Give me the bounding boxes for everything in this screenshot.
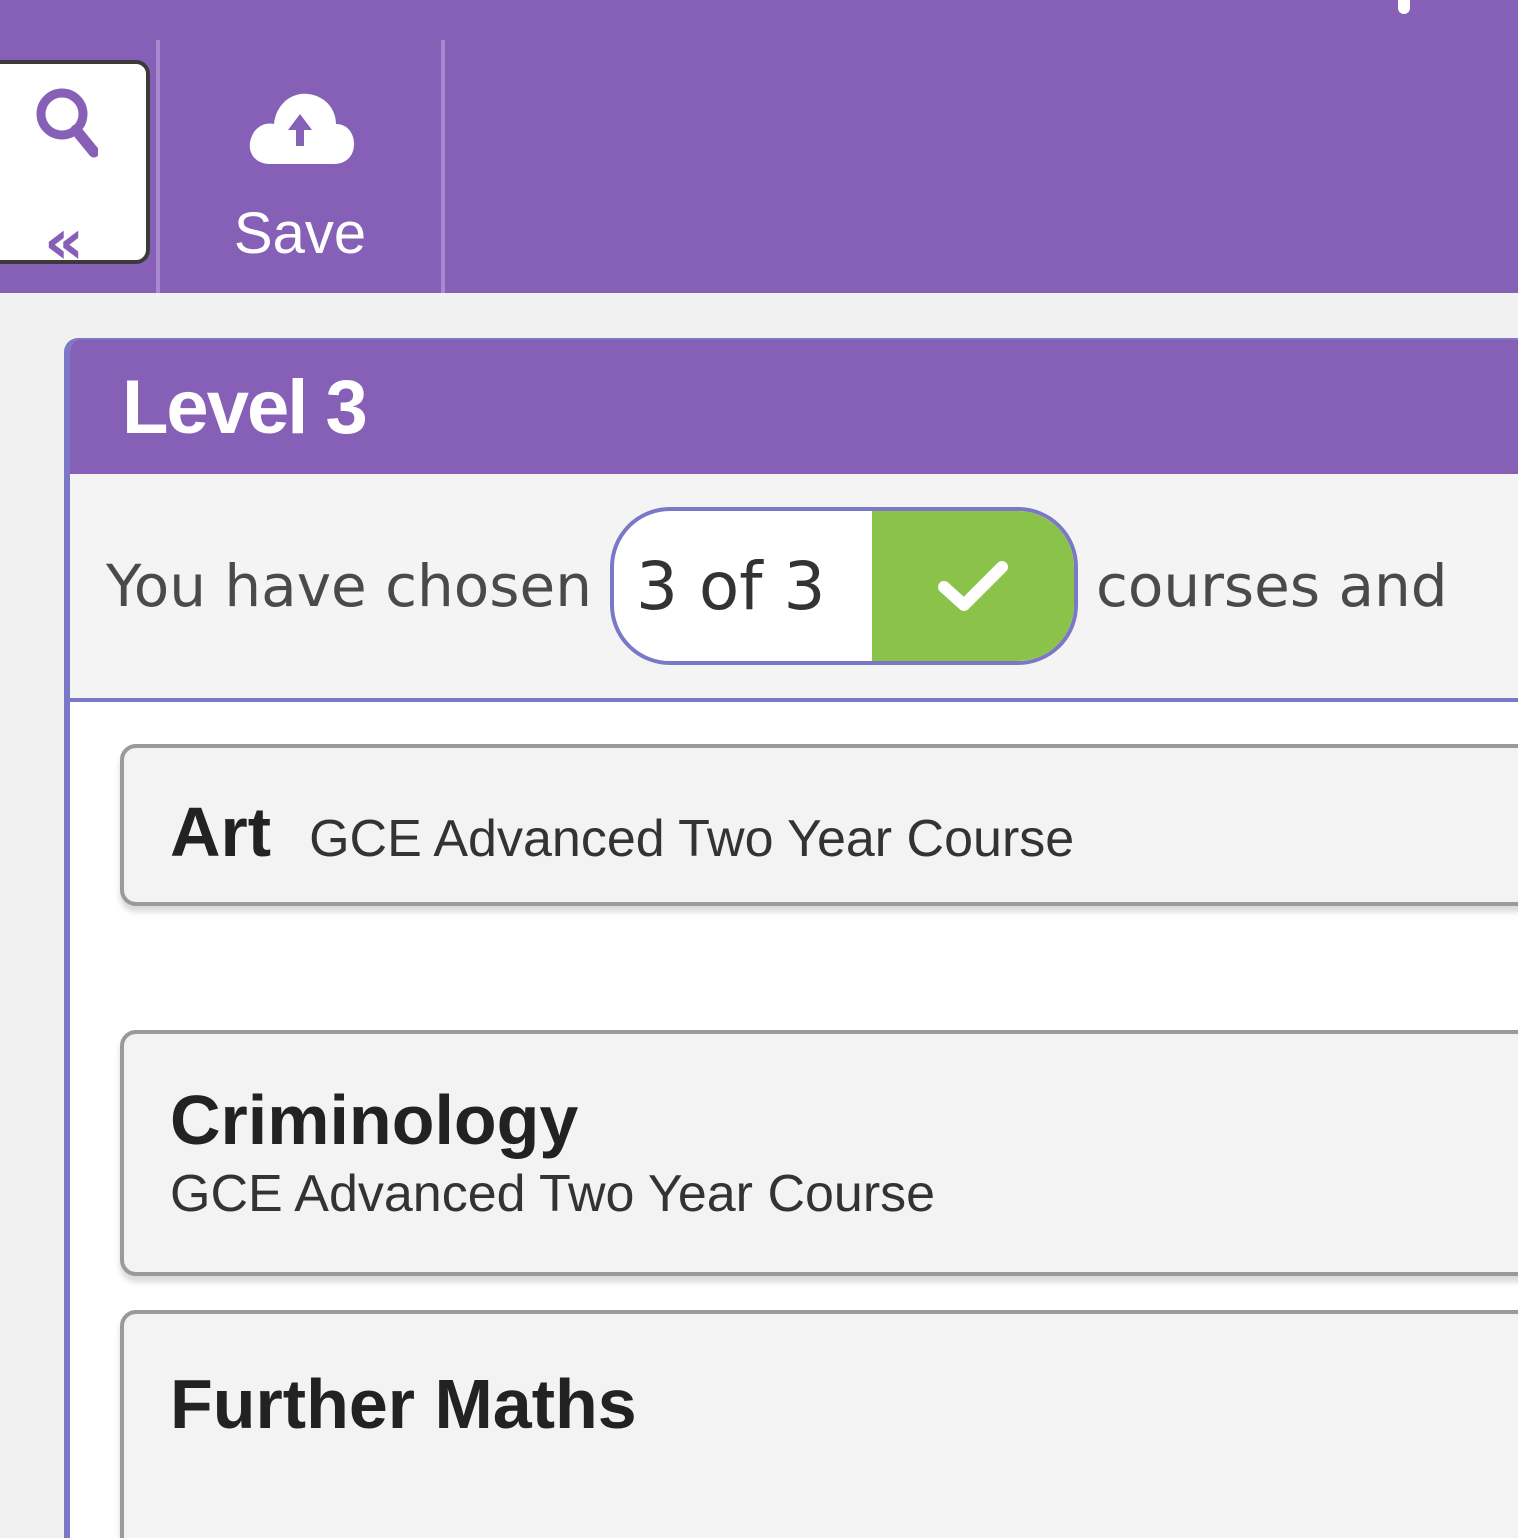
selection-summary: You have chosen 3 of 3 courses and bbox=[70, 474, 1518, 702]
double-chevron-left-icon: « bbox=[44, 205, 85, 278]
panel-header: Level 3 bbox=[70, 340, 1518, 474]
save-button[interactable]: Save bbox=[170, 70, 430, 270]
course-qualification: GCE Advanced Two Year Course bbox=[309, 810, 1075, 868]
course-card[interactable]: Further Maths bbox=[120, 1310, 1518, 1538]
search-toggle-button[interactable]: « bbox=[0, 60, 150, 278]
course-card[interactable]: Art GCE Advanced Two Year Course bbox=[120, 744, 1518, 906]
course-name: Criminology bbox=[170, 1081, 579, 1159]
save-label: Save bbox=[233, 201, 367, 266]
course-qualification: GCE Advanced Two Year Course bbox=[170, 1165, 936, 1223]
summary-suffix: courses and bbox=[1095, 552, 1448, 620]
panel-title: Level 3 bbox=[122, 364, 368, 450]
course-name: Further Maths bbox=[170, 1365, 637, 1443]
toolbar-divider bbox=[156, 40, 160, 293]
toolbar-divider bbox=[441, 40, 445, 293]
level-panel: Level 3 You have chosen 3 of 3 courses a… bbox=[64, 338, 1518, 1538]
check-icon bbox=[871, 511, 1074, 661]
summary-prefix: You have chosen bbox=[106, 552, 592, 620]
toolbar: « Save bbox=[0, 0, 1518, 293]
selection-count-badge: 3 of 3 bbox=[609, 507, 1078, 665]
top-edge-fragment bbox=[1398, 0, 1410, 14]
selection-count: 3 of 3 bbox=[635, 547, 826, 625]
cloud-upload-icon bbox=[244, 84, 356, 172]
search-icon bbox=[34, 86, 100, 172]
course-card[interactable]: Criminology GCE Advanced Two Year Course bbox=[120, 1030, 1518, 1276]
course-name: Art bbox=[170, 793, 272, 871]
